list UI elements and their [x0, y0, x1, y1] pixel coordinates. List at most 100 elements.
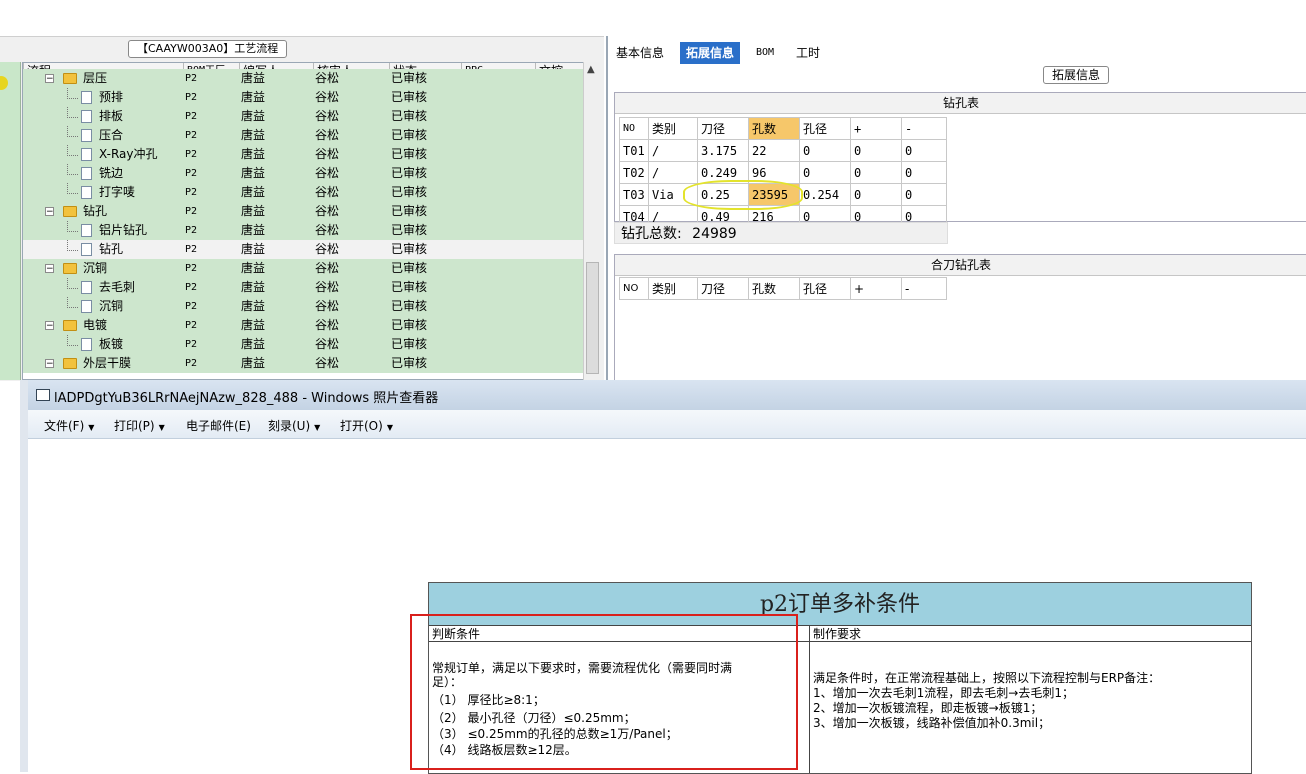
photo-viewer-icon	[36, 389, 50, 401]
tree-connector	[67, 240, 78, 251]
process-name: 钻孔	[83, 204, 108, 218]
table-cell: T02	[619, 161, 649, 184]
scroll-thumb[interactable]	[586, 262, 599, 374]
document-icon	[81, 281, 92, 294]
column-header[interactable]: 刀径	[697, 117, 749, 140]
column-header[interactable]: 类别	[648, 277, 698, 300]
cell-factory: P2	[185, 130, 198, 141]
cell-writer: 唐益	[241, 71, 266, 85]
column-header[interactable]: +	[850, 117, 902, 140]
document-icon	[81, 167, 92, 180]
column-header[interactable]: 孔数	[748, 277, 800, 300]
tree-row[interactable]: 打字唛 P2 唐益 谷松 已审核	[23, 183, 583, 202]
process-name: 打字唛	[99, 185, 136, 199]
document-icon	[81, 129, 92, 142]
cell-factory: P2	[185, 225, 198, 236]
process-name: 排板	[99, 109, 124, 123]
tab-2[interactable]: BOM	[750, 42, 780, 64]
table-cell: 22	[748, 139, 800, 162]
viewer-menu-label: 电子邮件(E)	[186, 419, 251, 433]
collapse-toggle-icon[interactable]: −	[45, 321, 54, 331]
tree-row[interactable]: 去毛刺 P2 唐益 谷松 已审核	[23, 278, 583, 297]
column-header[interactable]: 刀径	[697, 277, 749, 300]
collapse-toggle-icon[interactable]: −	[45, 74, 54, 84]
tree-row[interactable]: 铣边 P2 唐益 谷松 已审核	[23, 164, 583, 183]
column-header[interactable]: NO	[619, 277, 649, 300]
doc-requirement-line: 满足条件时，在正常流程基础上，按照以下流程控制与ERP备注：	[813, 671, 1161, 685]
tree-row[interactable]: − 沉铜 P2 唐益 谷松 已审核	[23, 259, 583, 278]
tab-0[interactable]: 基本信息	[610, 42, 670, 64]
column-header[interactable]: 孔径	[799, 277, 851, 300]
cell-status: 已审核	[391, 185, 428, 199]
cell-status: 已审核	[391, 337, 428, 351]
table-row[interactable]: T02/0.249 96 0 0 0	[619, 161, 947, 184]
viewer-menu-item[interactable]: 打开(O) ▼	[340, 417, 393, 434]
cell-factory: P2	[185, 282, 198, 293]
cell-status: 已审核	[391, 261, 428, 275]
column-header[interactable]: 孔数	[748, 117, 800, 140]
tree-connector	[67, 88, 78, 99]
viewer-menu-item[interactable]: 打印(P) ▼	[114, 417, 165, 434]
viewer-menu-item[interactable]: 电子邮件(E)	[186, 417, 251, 434]
table-cell: 0.254	[799, 183, 851, 206]
cell-auditor: 谷松	[315, 299, 340, 313]
process-tree-grid[interactable]: 流程BOM工厂编写人核审人状态PPC文控 −层压P2唐益谷松已审核预排P2唐益谷…	[22, 62, 584, 380]
tree-row[interactable]: 沉铜 P2 唐益 谷松 已审核	[23, 297, 583, 316]
document-icon	[81, 91, 92, 104]
tab-1[interactable]: 拓展信息	[680, 42, 741, 64]
cell-auditor: 谷松	[315, 280, 340, 294]
collapse-toggle-icon[interactable]: −	[45, 207, 54, 217]
cell-status: 已审核	[391, 223, 428, 237]
tree-row[interactable]: 板镀 P2 唐益 谷松 已审核	[23, 335, 583, 354]
cell-auditor: 谷松	[315, 109, 340, 123]
cell-factory: P2	[185, 187, 198, 198]
cell-status: 已审核	[391, 280, 428, 294]
viewer-menu-item[interactable]: 文件(F) ▼	[44, 417, 94, 434]
cell-writer: 唐益	[241, 299, 266, 313]
tree-row[interactable]: − 层压 P2 唐益 谷松 已审核	[23, 69, 583, 88]
table-cell: 0	[799, 139, 851, 162]
document-icon	[81, 300, 92, 313]
tree-row[interactable]: 预排 P2 唐益 谷松 已审核	[23, 88, 583, 107]
cell-status: 已审核	[391, 166, 428, 180]
column-header[interactable]: 类别	[648, 117, 698, 140]
process-name: 预排	[99, 90, 124, 104]
tree-row[interactable]: − 钻孔 P2 唐益 谷松 已审核	[23, 202, 583, 221]
collapse-toggle-icon[interactable]: −	[45, 264, 54, 274]
tree-scrollbar[interactable]: ▲	[583, 62, 600, 380]
folder-icon	[63, 206, 77, 217]
tree-row[interactable]: 钻孔 P2 唐益 谷松 已审核	[23, 240, 583, 259]
tree-row[interactable]: 压合 P2 唐益 谷松 已审核	[23, 126, 583, 145]
viewer-menu-label: 打印(P)	[114, 419, 155, 433]
tree-row[interactable]: 铝片钻孔 P2 唐益 谷松 已审核	[23, 221, 583, 240]
column-header[interactable]: -	[901, 117, 947, 140]
viewer-menu-label: 刻录(U)	[268, 419, 311, 433]
tree-row[interactable]: X-Ray冲孔 P2 唐益 谷松 已审核	[23, 145, 583, 164]
cell-auditor: 谷松	[315, 128, 340, 142]
tree-row[interactable]: − 外层干膜 P2 唐益 谷松 已审核	[23, 354, 583, 373]
doc-requirement-header: 制作要求	[809, 625, 1251, 642]
collapse-toggle-icon[interactable]: −	[45, 359, 54, 369]
table-row[interactable]: T01/3.175 22 0 0 0	[619, 139, 947, 162]
viewer-menu-item[interactable]: 刻录(U) ▼	[268, 417, 320, 434]
column-header[interactable]: -	[901, 277, 947, 300]
table-header-row: NO 类别 刀径 孔数 孔径 + -	[619, 277, 947, 300]
table-cell: 0	[901, 183, 947, 206]
tree-connector	[67, 107, 78, 118]
tree-row[interactable]: − 电镀 P2 唐益 谷松 已审核	[23, 316, 583, 335]
tree-row[interactable]: 排板 P2 唐益 谷松 已审核	[23, 107, 583, 126]
column-header[interactable]: 孔径	[799, 117, 851, 140]
combo-table[interactable]: NO 类别 刀径 孔数 孔径 + -	[619, 277, 947, 300]
column-header[interactable]: NO	[619, 117, 649, 140]
cell-status: 已审核	[391, 71, 428, 85]
process-name: 层压	[83, 71, 108, 85]
column-header[interactable]: +	[850, 277, 902, 300]
cell-auditor: 谷松	[315, 337, 340, 351]
cell-writer: 唐益	[241, 166, 266, 180]
drill-table[interactable]: NO 类别 刀径 孔数 孔径 + - T01/3.175 22 0 0 0 T02/0.249 96 0 0 0…	[619, 117, 947, 228]
cell-factory: P2	[185, 92, 198, 103]
scroll-up-icon[interactable]: ▲	[587, 64, 595, 75]
viewer-titlebar[interactable]: lADPDgtYuB36LRrNAejNAzw_828_488 - Window…	[28, 380, 1306, 411]
process-name: X-Ray冲孔	[99, 147, 158, 161]
tab-3[interactable]: 工时	[790, 42, 826, 64]
